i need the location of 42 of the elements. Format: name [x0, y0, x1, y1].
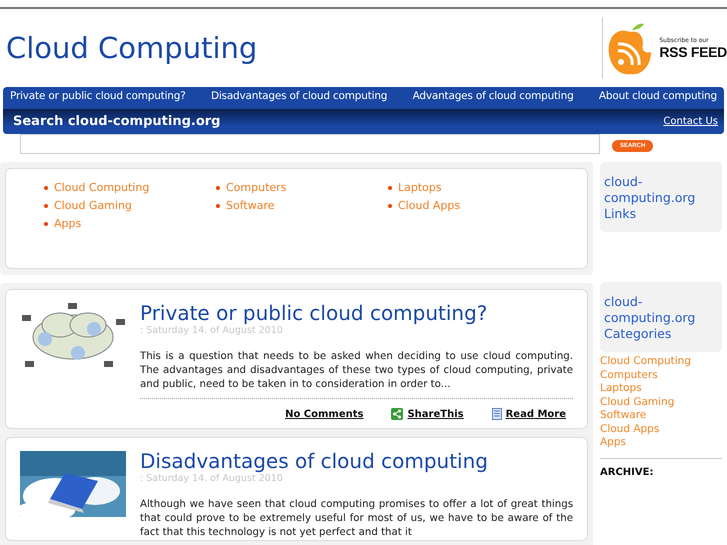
bullet-icon	[44, 204, 48, 208]
sidebar-category-link[interactable]: Cloud Apps	[600, 422, 722, 436]
sidebar-category-link[interactable]: Computers	[600, 368, 722, 382]
bullet-icon	[44, 222, 48, 226]
bullet-icon	[216, 204, 220, 208]
category-link[interactable]: Cloud Apps	[398, 199, 460, 212]
links-heading: cloud-computing.org Links	[600, 162, 722, 232]
share-link[interactable]: ShareThis	[407, 408, 464, 420]
category-link[interactable]: Laptops	[398, 181, 442, 194]
nav-link[interactable]: Advantages of cloud computing	[412, 90, 574, 106]
sidebar-category-link[interactable]: Laptops	[600, 382, 722, 396]
search-title: Search cloud-computing.org	[13, 114, 220, 129]
category-link[interactable]: Apps	[54, 217, 82, 230]
post-excerpt: This is a question that needs to be asked when deciding to use cloud computing. The advantages and disadvantages of these two types of cloud computing, private and public, need to be taken in to consideration in order to...	[140, 350, 573, 392]
category-link[interactable]: Software	[226, 199, 274, 212]
sidebar-category-link[interactable]: Apps	[600, 436, 722, 450]
category-link[interactable]: Cloud Gaming	[54, 199, 132, 212]
bullet-icon	[388, 186, 392, 190]
bullet-icon	[44, 186, 48, 190]
sidebar-category-link[interactable]: Software	[600, 409, 722, 422]
sidebar-category-link[interactable]: Cloud Computing	[600, 355, 722, 368]
read-more-link[interactable]: Read More	[506, 408, 566, 420]
bullet-icon	[388, 204, 392, 208]
category-link[interactable]: Computers	[226, 181, 286, 194]
category-link[interactable]: Cloud Computing	[54, 181, 150, 194]
post-excerpt: Although we have seen that cloud computing promises to offer a lot of great things that could prove to be extremely useful for most of us, we have to be aware of the fact that this technology is not yet perfect and that it	[140, 498, 573, 540]
bullet-icon	[216, 186, 220, 190]
contact-link[interactable]: Contact Us	[663, 116, 718, 127]
nav-link[interactable]: About cloud computing	[598, 90, 717, 106]
post-title[interactable]: Private or public cloud computing?	[140, 301, 573, 325]
rss-label[interactable]: RSS FEED	[659, 44, 727, 60]
site-title[interactable]: Cloud Computing	[6, 31, 258, 65]
search-field[interactable]	[20, 134, 600, 154]
comments-link[interactable]: No Comments	[285, 408, 364, 420]
post-title[interactable]: Disadvantages of cloud computing	[140, 449, 573, 473]
archive-heading: ARCHIVE:	[600, 458, 722, 478]
nav-link[interactable]: Disadvantages of cloud computing	[210, 90, 388, 106]
sidebar-category-link[interactable]: Cloud Gaming	[600, 396, 722, 409]
categories-heading: cloud-computing.org Categories	[600, 282, 722, 352]
share-icon	[391, 408, 404, 420]
nav-link[interactable]: Private or public cloud computing?	[10, 90, 186, 106]
document-icon	[492, 408, 502, 420]
